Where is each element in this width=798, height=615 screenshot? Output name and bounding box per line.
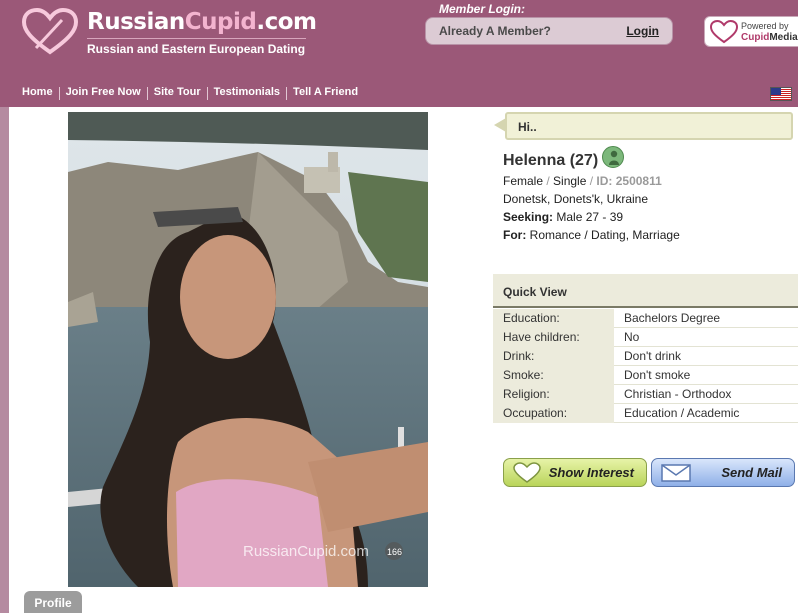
profile-seeking: Seeking: Male 27 - 39 <box>503 210 624 224</box>
envelope-icon <box>661 464 691 482</box>
nav-home[interactable]: Home <box>22 86 53 99</box>
cupidmedia-heart-icon <box>710 20 738 44</box>
profile-looking-for: For: Romance / Dating, Marriage <box>503 228 680 242</box>
nav-join-free[interactable]: Join Free Now <box>66 86 141 99</box>
table-row: Have children: No <box>493 328 798 347</box>
profile-basics: Female / Single / ID: 2500811 <box>503 174 662 188</box>
show-interest-button[interactable]: Show Interest <box>503 458 647 487</box>
profile-id: ID: 2500811 <box>596 174 662 188</box>
nav-separator <box>206 87 208 100</box>
send-mail-label: Send Mail <box>721 465 782 480</box>
photo-watermark: RussianCupid.com <box>243 543 369 560</box>
login-box: Already A Member? Login <box>425 17 673 45</box>
powered-by-text: Powered by <box>741 21 789 31</box>
nav-separator <box>286 87 288 100</box>
send-mail-button[interactable]: Send Mail <box>651 458 795 487</box>
table-row: Drink: Don't drink <box>493 347 798 366</box>
left-border <box>0 107 9 613</box>
logo-divider <box>87 38 306 39</box>
nav-testimonials[interactable]: Testimonials <box>214 86 280 99</box>
online-status-icon <box>602 146 624 168</box>
quick-view-table: Education: Bachelors Degree Have children… <box>493 309 798 423</box>
profile-name: Helenna (27) <box>503 152 599 169</box>
powered-by-badge[interactable]: Powered by CupidMedia <box>704 16 798 47</box>
profile-location: Donetsk, Donets'k, Ukraine <box>503 192 649 206</box>
profile-gender: Female <box>503 174 544 188</box>
quick-view-header: Quick View <box>493 274 798 308</box>
site-logo-title[interactable]: RussianCupid.com <box>87 9 317 35</box>
greeting-text: Hi.. <box>518 120 537 134</box>
heart-icon <box>513 462 541 483</box>
site-tagline: Russian and Eastern European Dating <box>87 42 306 56</box>
greeting-bubble: Hi.. <box>505 112 793 140</box>
table-row: Education: Bachelors Degree <box>493 309 798 328</box>
show-interest-label: Show Interest <box>548 465 634 480</box>
table-row: Smoke: Don't smoke <box>493 366 798 385</box>
table-row: Religion: Christian - Orthodox <box>493 385 798 404</box>
member-login-heading: Member Login: <box>439 2 525 16</box>
profile-status: Single <box>553 174 587 188</box>
main-nav: Home Join Free Now Site Tour Testimonial… <box>22 86 358 100</box>
heart-logo-icon[interactable] <box>22 8 78 56</box>
quick-view-title: Quick View <box>503 285 567 299</box>
us-flag-icon[interactable] <box>770 87 792 101</box>
cupidmedia-text: CupidMedia <box>741 32 798 43</box>
nav-tell-a-friend[interactable]: Tell A Friend <box>293 86 358 99</box>
table-row: Occupation: Education / Academic <box>493 404 798 423</box>
already-member-text: Already A Member? <box>439 24 551 38</box>
profile-photo[interactable]: RussianCupid.com 166 <box>68 112 428 587</box>
photo-badge: 166 <box>387 547 402 557</box>
login-link[interactable]: Login <box>626 24 659 38</box>
tab-profile[interactable]: Profile <box>24 591 82 613</box>
nav-separator <box>58 87 60 100</box>
nav-separator <box>146 87 148 100</box>
nav-site-tour[interactable]: Site Tour <box>154 86 201 99</box>
